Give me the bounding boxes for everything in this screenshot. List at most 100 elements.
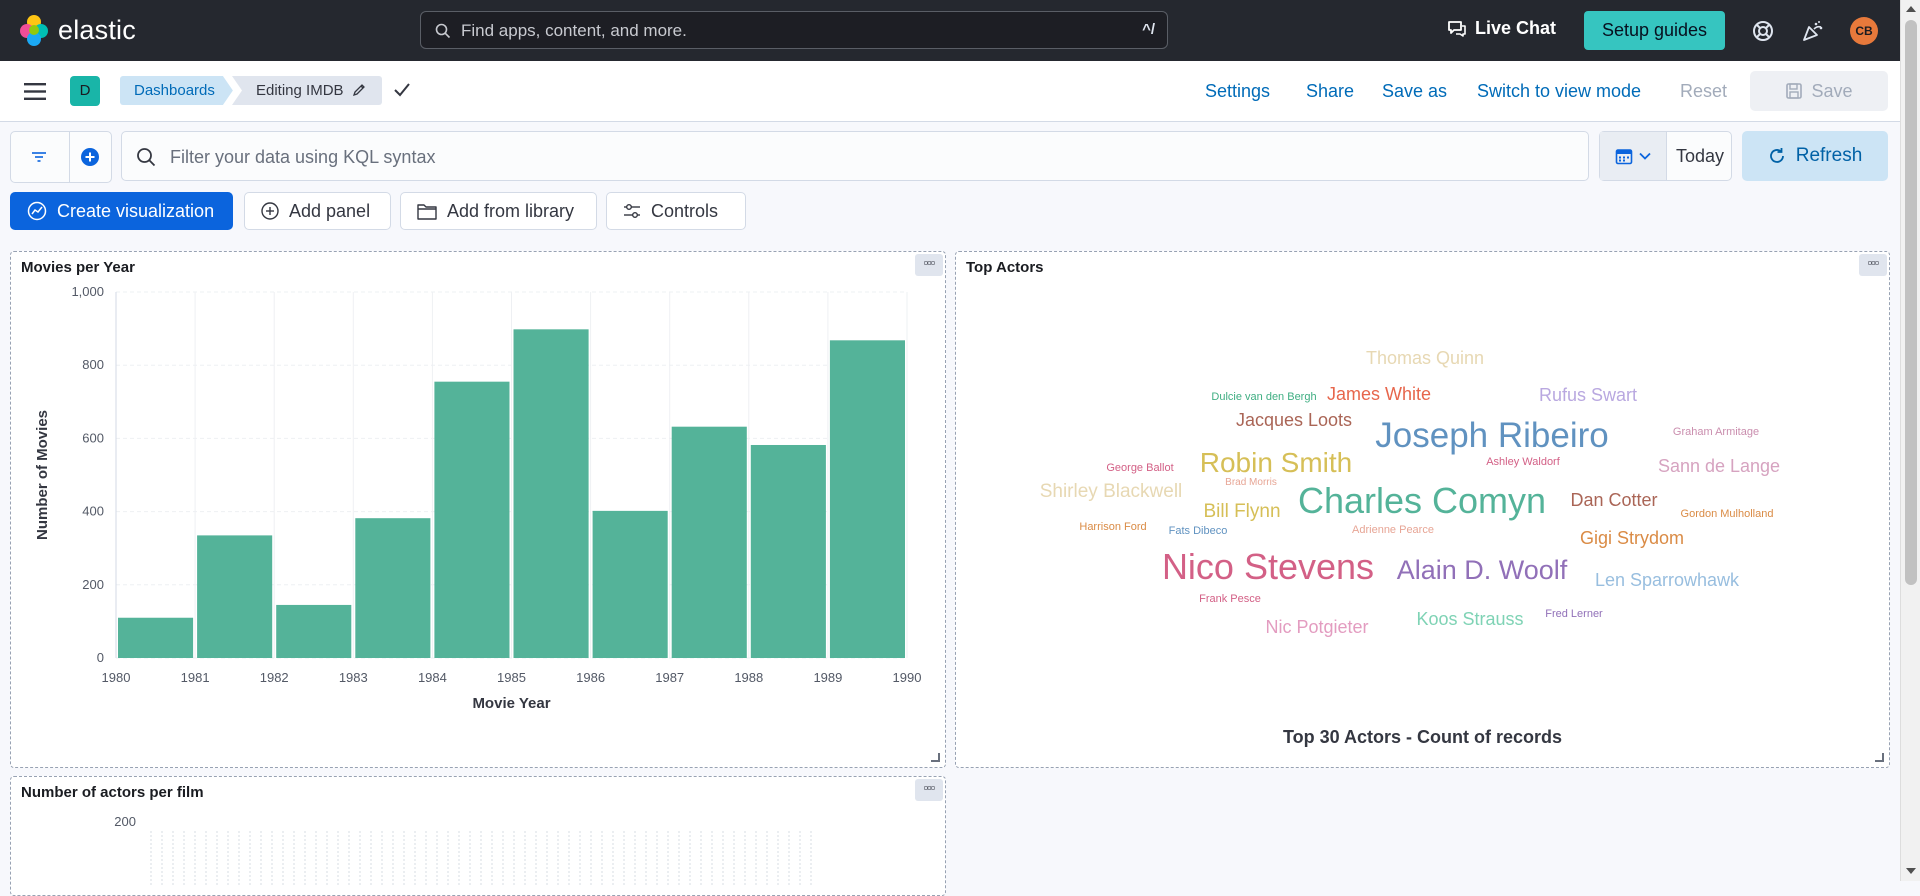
newsfeed-icon[interactable] xyxy=(1801,19,1825,43)
bar xyxy=(118,617,194,658)
bar xyxy=(750,444,826,658)
kql-placeholder: Filter your data using KQL syntax xyxy=(170,147,436,167)
search-icon xyxy=(137,148,156,167)
scroll-up-arrow-icon[interactable] xyxy=(1906,6,1916,12)
y-axis-title: Number of Movies xyxy=(34,410,51,540)
filter-button-group xyxy=(10,131,112,183)
kql-query-input[interactable]: Filter your data using KQL syntax xyxy=(121,131,1589,181)
y-tick-label: 800 xyxy=(82,357,104,372)
y-tick-label: 0 xyxy=(97,650,104,665)
save-button[interactable]: Save xyxy=(1750,71,1888,111)
scrollbar-thumb[interactable] xyxy=(1905,20,1917,585)
x-tick-label: 1980 xyxy=(102,670,131,685)
folder-icon xyxy=(417,203,437,220)
y-tick-label: 1,000 xyxy=(71,284,104,299)
x-tick-label: 1987 xyxy=(655,670,684,685)
page-scrollbar[interactable] xyxy=(1900,0,1920,881)
calendar-icon xyxy=(1615,149,1633,165)
actor-word: Robin Smith xyxy=(1200,447,1353,478)
actor-word: Nico Stevens xyxy=(1162,546,1374,587)
brand-name: elastic xyxy=(58,14,136,45)
add-panel-button[interactable]: Add panel xyxy=(244,192,391,230)
bar xyxy=(355,518,431,658)
share-link[interactable]: Share xyxy=(1306,81,1354,102)
top-header: elastic Find apps, content, and more. ^/… xyxy=(0,0,1900,61)
setup-guides-button[interactable]: Setup guides xyxy=(1584,11,1725,50)
switch-to-view-mode-link[interactable]: Switch to view mode xyxy=(1477,81,1641,102)
actor-word: Joseph Ribeiro xyxy=(1375,416,1608,455)
date-quick-menu-button[interactable] xyxy=(1600,132,1667,180)
actor-word: Koos Strauss xyxy=(1416,609,1523,629)
actor-word: James White xyxy=(1327,384,1431,404)
actor-word: Alain D. Woolf xyxy=(1397,555,1568,585)
controls-button[interactable]: Controls xyxy=(606,192,746,230)
user-avatar[interactable]: CB xyxy=(1850,17,1878,45)
panel-options-button[interactable]: ▫▫▫ xyxy=(915,254,943,276)
scroll-down-arrow-icon[interactable] xyxy=(1906,868,1916,874)
actor-word: Len Sparrowhawk xyxy=(1595,570,1740,590)
panel-title: Number of actors per film xyxy=(21,784,204,801)
filter-icon[interactable] xyxy=(31,150,47,164)
global-search-input[interactable]: Find apps, content, and more. ^/ xyxy=(420,11,1168,49)
date-range-label[interactable]: Today xyxy=(1676,146,1724,167)
plus-circle-icon xyxy=(261,202,279,220)
actor-word: Thomas Quinn xyxy=(1366,348,1484,368)
visualize-icon xyxy=(27,201,47,221)
bar xyxy=(276,604,352,658)
chat-icon xyxy=(1448,20,1466,37)
x-axis-title: Movie Year xyxy=(472,695,550,712)
refresh-label: Refresh xyxy=(1795,145,1863,166)
y-tick-label: 400 xyxy=(82,504,104,519)
save-as-link[interactable]: Save as xyxy=(1382,81,1447,102)
resize-handle-icon[interactable] xyxy=(931,753,940,762)
breadcrumb-editing-imdb[interactable]: Editing IMDB xyxy=(232,76,382,105)
bar xyxy=(671,426,747,658)
actor-word: Dulcie van den Bergh xyxy=(1211,391,1316,403)
resize-handle-icon[interactable] xyxy=(1875,753,1884,762)
elastic-logo[interactable]: elastic xyxy=(18,14,136,46)
top-actors-panel: Top Actors ▫▫▫ Thomas Quinn Dulcie van de… xyxy=(955,251,1890,768)
reset-link[interactable]: Reset xyxy=(1680,81,1727,102)
breadcrumb-dashboards[interactable]: Dashboards xyxy=(120,76,233,105)
add-filter-icon[interactable] xyxy=(80,147,100,167)
actors-word-cloud: Thomas Quinn Dulcie van den Bergh James Wh… xyxy=(1040,348,1780,637)
x-tick-label: 1990 xyxy=(893,670,922,685)
menu-icon[interactable] xyxy=(24,83,46,100)
x-tick-label: 1986 xyxy=(576,670,605,685)
movies-bar-chart: 0 200 400 600 800 1,000 1980 1981 1982 1983 1984 19… xyxy=(34,284,922,712)
actor-word: Shirley Blackwell xyxy=(1040,481,1183,502)
panel-options-button[interactable]: ▫▫▫ xyxy=(915,779,943,801)
help-icon[interactable] xyxy=(1751,19,1775,43)
refresh-button[interactable]: Refresh xyxy=(1742,131,1888,181)
settings-link[interactable]: Settings xyxy=(1205,81,1270,102)
live-chat-button[interactable]: Live Chat xyxy=(1447,18,1556,39)
y-tick-label: 200 xyxy=(82,577,104,592)
actor-word: Graham Armitage xyxy=(1673,426,1759,438)
space-avatar[interactable]: D xyxy=(70,76,100,106)
dashboard-nav-bar: D Dashboards Editing IMDB Settings Share… xyxy=(0,61,1900,122)
save-icon xyxy=(1786,83,1803,99)
bar xyxy=(829,340,905,658)
add-from-library-button[interactable]: Add from library xyxy=(400,192,597,230)
live-chat-label: Live Chat xyxy=(1475,18,1557,38)
create-visualization-label: Create visualization xyxy=(57,200,215,221)
actor-word: Brad Morris xyxy=(1225,477,1277,488)
actor-word: Fred Lerner xyxy=(1545,608,1603,620)
y-tick-label: 200 xyxy=(114,814,136,829)
actor-word: Nic Potgieter xyxy=(1265,617,1368,637)
bar xyxy=(197,535,273,658)
x-tick-label: 1983 xyxy=(339,670,368,685)
checkmark-icon xyxy=(394,83,410,97)
create-visualization-button[interactable]: Create visualization xyxy=(10,192,233,230)
pencil-icon xyxy=(352,84,365,97)
date-picker[interactable]: Today xyxy=(1599,131,1732,181)
panel-title: Movies per Year xyxy=(21,259,135,276)
controls-label: Controls xyxy=(651,200,719,221)
actor-word: Dan Cotter xyxy=(1570,490,1657,510)
elastic-cluster-icon xyxy=(20,15,48,46)
movies-per-year-panel: Movies per Year ▫▫▫ 0 200 400 600 800 1,000 19… xyxy=(10,251,946,768)
actors-per-film-panel: Number of actors per film ▫▫▫ 200 xyxy=(10,776,946,896)
actor-word: Jacques Loots xyxy=(1236,410,1352,430)
chevron-down-icon xyxy=(1639,152,1651,160)
x-tick-label: 1982 xyxy=(260,670,289,685)
